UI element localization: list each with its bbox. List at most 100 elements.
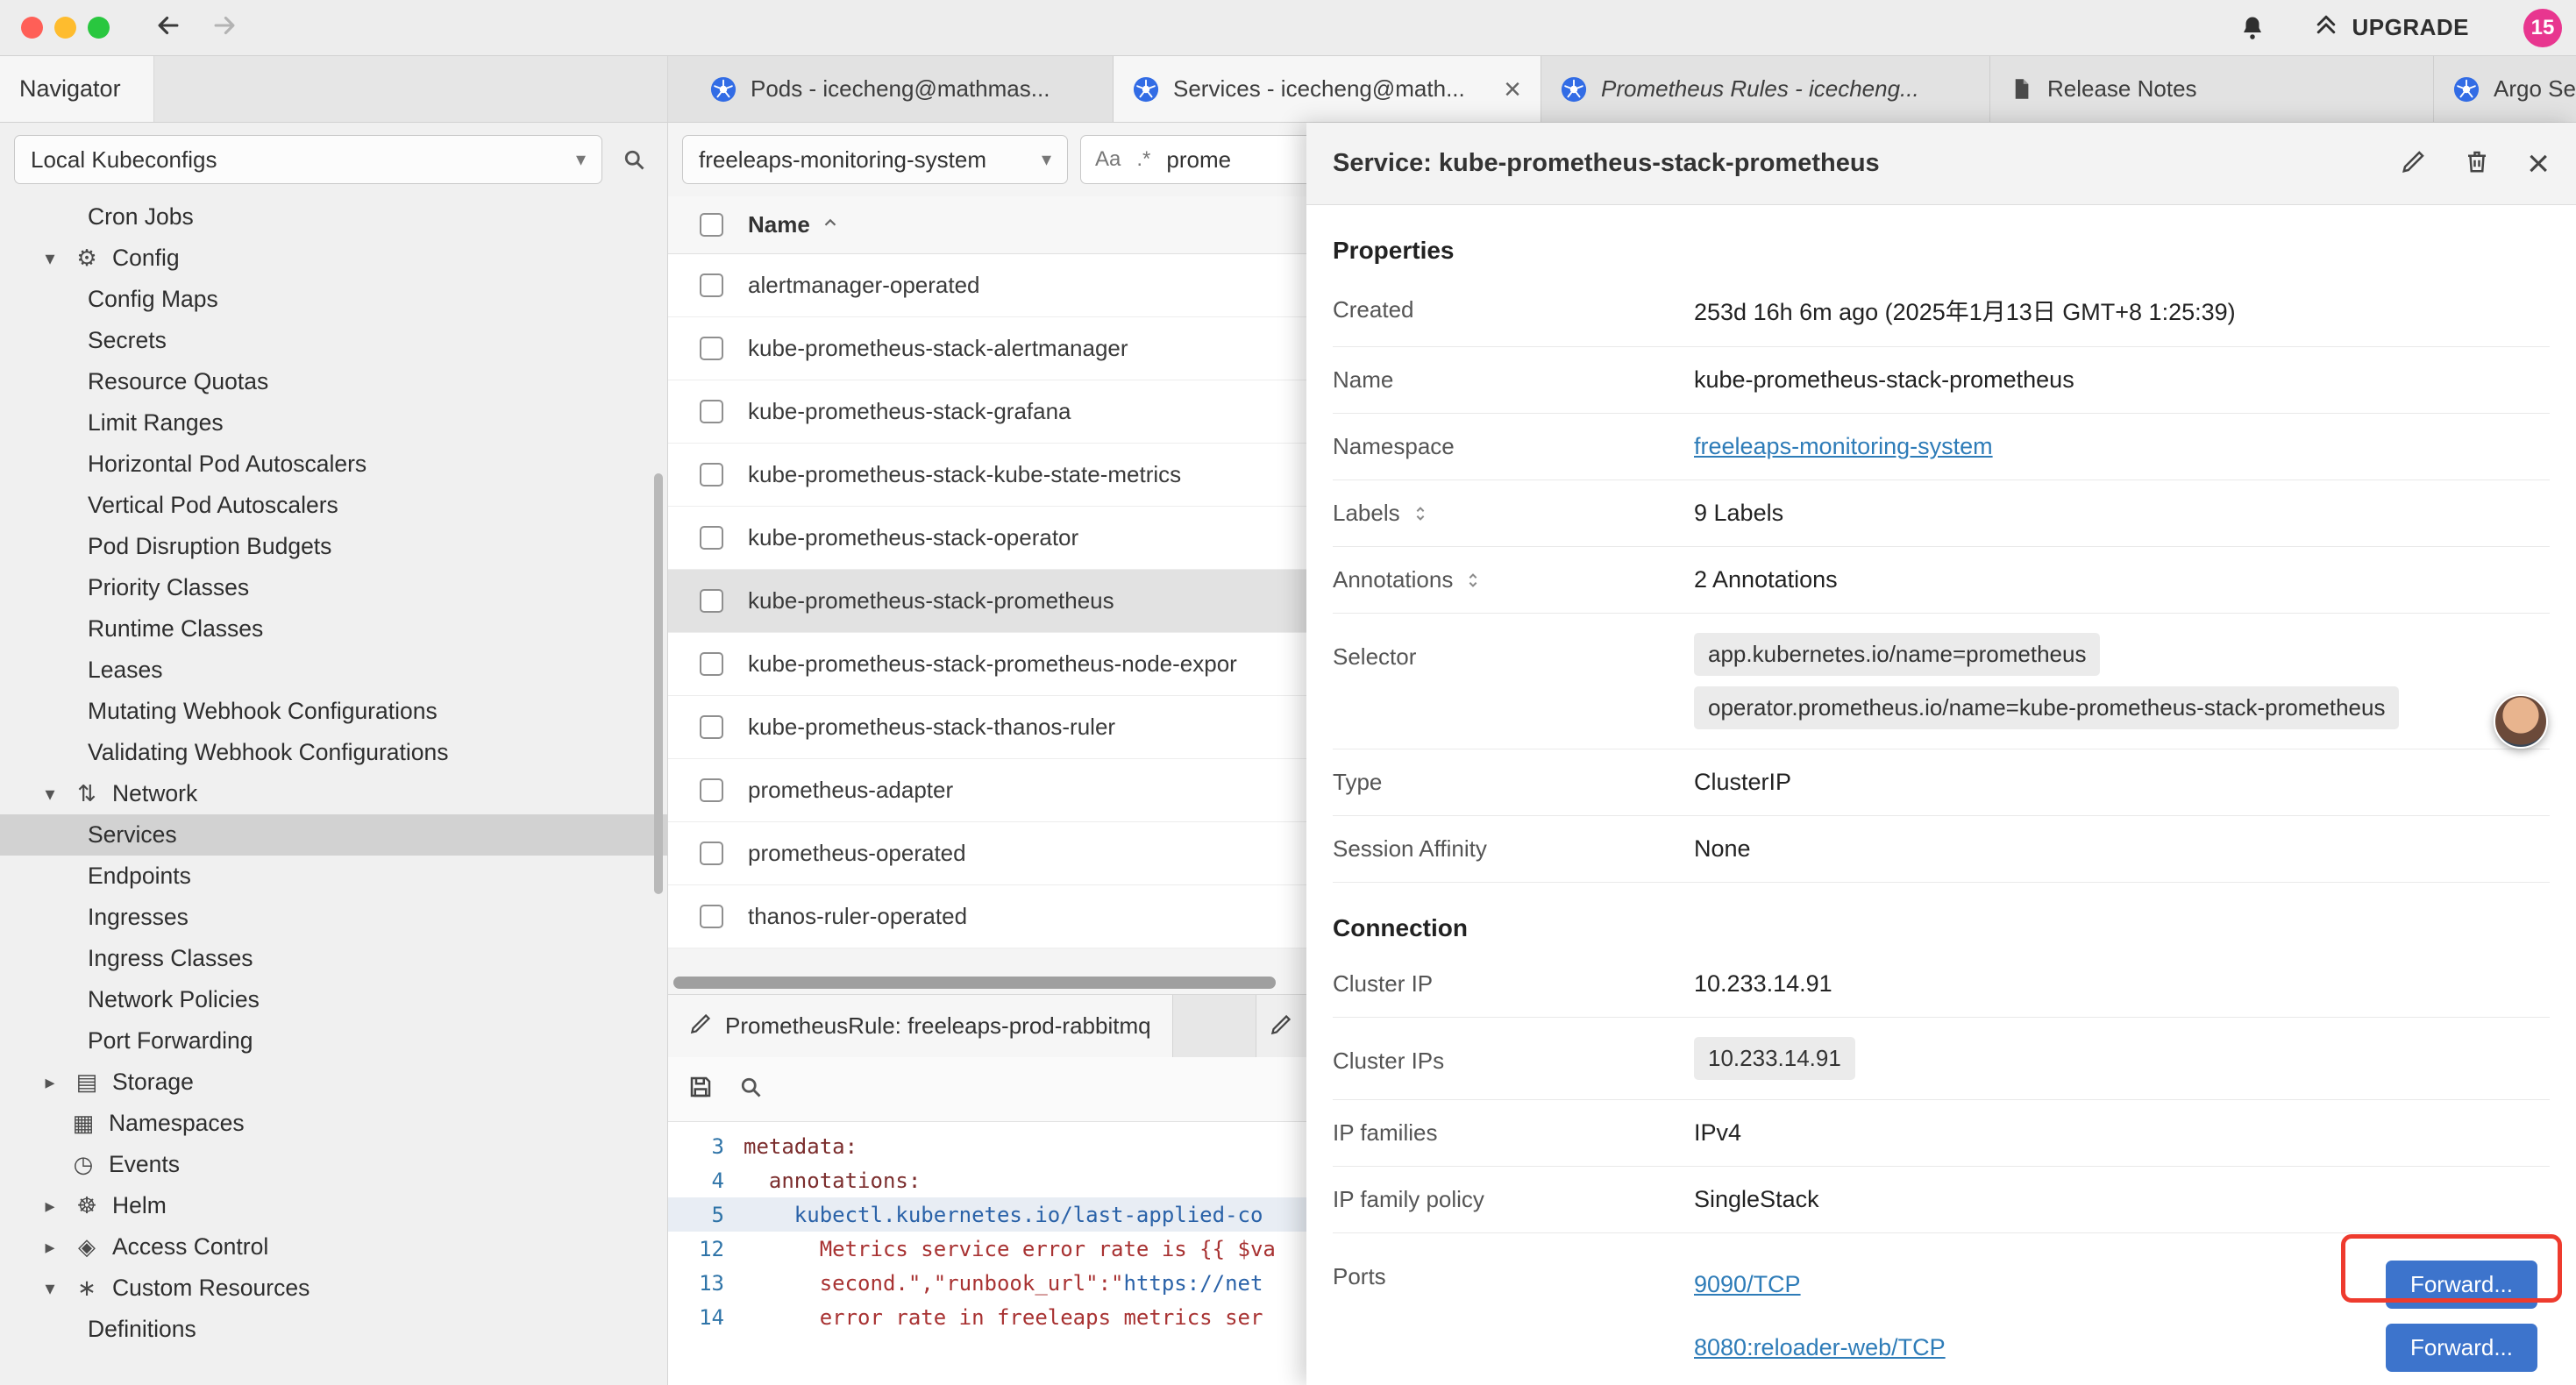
tab-prometheus-rules-icecheng[interactable]: Prometheus Rules - icecheng...	[1541, 56, 1990, 122]
editor-tab-partial[interactable]	[1256, 995, 1306, 1057]
notification-count-badge[interactable]: 15	[2523, 9, 2562, 47]
sidebar-item-mutating-webhook-configurations[interactable]: Mutating Webhook Configurations	[0, 691, 667, 732]
navigator-tab[interactable]: Navigator	[0, 56, 154, 122]
maximize-window-button[interactable]	[88, 17, 110, 39]
table-row[interactable]: kube-prometheus-stack-thanos-ruler	[668, 696, 1306, 759]
sort-arrows-icon[interactable]	[1463, 571, 1483, 590]
chevron-right-icon[interactable]: ▸	[39, 1071, 61, 1094]
sidebar-item-events[interactable]: ◷Events	[0, 1144, 667, 1185]
search-icon[interactable]	[738, 1075, 763, 1104]
row-checkbox[interactable]	[700, 463, 723, 487]
sidebar-item-network[interactable]: ▾⇅Network	[0, 773, 667, 814]
sidebar-item-horizontal-pod-autoscalers[interactable]: Horizontal Pod Autoscalers	[0, 444, 667, 485]
sidebar-item-definitions[interactable]: Definitions	[0, 1309, 667, 1350]
sidebar-item-ingress-classes[interactable]: Ingress Classes	[0, 938, 667, 979]
minimize-window-button[interactable]	[54, 17, 76, 39]
chevron-right-icon[interactable]: ▸	[39, 1236, 61, 1259]
chevron-right-icon[interactable]: ▸	[39, 1195, 61, 1218]
close-window-button[interactable]	[21, 17, 43, 39]
search-filter-box[interactable]: Aa .* prome	[1080, 135, 1306, 184]
sidebar-item-namespaces[interactable]: ▦Namespaces	[0, 1103, 667, 1144]
table-row[interactable]: kube-prometheus-stack-prometheus	[668, 570, 1306, 633]
sidebar-scrollbar[interactable]	[654, 473, 663, 894]
sidebar-item-vertical-pod-autoscalers[interactable]: Vertical Pod Autoscalers	[0, 485, 667, 526]
sidebar-item-cron-jobs[interactable]: Cron Jobs	[0, 196, 667, 238]
row-checkbox[interactable]	[700, 715, 723, 739]
sidebar-item-leases[interactable]: Leases	[0, 650, 667, 691]
row-checkbox[interactable]	[700, 842, 723, 865]
sidebar-item-network-policies[interactable]: Network Policies	[0, 979, 667, 1020]
regex-toggle[interactable]: .*	[1136, 147, 1150, 172]
table-row[interactable]: prometheus-adapter	[668, 759, 1306, 822]
sidebar-item-resource-quotas[interactable]: Resource Quotas	[0, 361, 667, 402]
sidebar-item-priority-classes[interactable]: Priority Classes	[0, 567, 667, 608]
sidebar-item-config[interactable]: ▾⚙Config	[0, 238, 667, 279]
search-input[interactable]: prome	[1166, 146, 1231, 174]
close-icon[interactable]: ×	[2527, 145, 2550, 183]
sidebar-item-access-control[interactable]: ▸◈Access Control	[0, 1226, 667, 1268]
port-link[interactable]: 9090/TCP	[1694, 1271, 1801, 1298]
select-all-checkbox[interactable]	[700, 213, 723, 237]
sidebar-item-port-forwarding[interactable]: Port Forwarding	[0, 1020, 667, 1062]
user-avatar[interactable]	[2494, 694, 2548, 749]
sidebar-item-pod-disruption-budgets[interactable]: Pod Disruption Budgets	[0, 526, 667, 567]
table-row[interactable]: kube-prometheus-stack-kube-state-metrics	[668, 444, 1306, 507]
delete-trash-icon[interactable]	[2464, 148, 2490, 179]
forward-button[interactable]	[210, 11, 239, 45]
forward-button[interactable]: Forward...	[2386, 1324, 2537, 1372]
kubeconfig-selector[interactable]: Local Kubeconfigs ▾	[14, 135, 602, 184]
table-row[interactable]: kube-prometheus-stack-prometheus-node-ex…	[668, 633, 1306, 696]
namespace-link[interactable]: freeleaps-monitoring-system	[1694, 433, 1993, 460]
upgrade-button[interactable]: UPGRADE	[2313, 11, 2469, 44]
sidebar-item-helm[interactable]: ▸☸Helm	[0, 1185, 667, 1226]
save-icon[interactable]	[687, 1074, 714, 1104]
sidebar-item-storage[interactable]: ▸▤Storage	[0, 1062, 667, 1103]
row-checkbox[interactable]	[700, 526, 723, 550]
row-checkbox[interactable]	[700, 778, 723, 802]
forward-button[interactable]: Forward...	[2386, 1261, 2537, 1309]
port-link[interactable]: 8080:reloader-web/TCP	[1694, 1334, 1946, 1361]
namespace-selector[interactable]: freeleaps-monitoring-system ▾	[682, 135, 1068, 184]
close-tab-icon[interactable]: ×	[1495, 75, 1521, 104]
row-checkbox[interactable]	[700, 589, 723, 613]
sidebar-item-validating-webhook-configurations[interactable]: Validating Webhook Configurations	[0, 732, 667, 773]
row-checkbox[interactable]	[700, 273, 723, 297]
sidebar-item-ingresses[interactable]: Ingresses	[0, 897, 667, 938]
yaml-editor[interactable]: 3metadata:4 annotations:5 kubectl.kubern…	[668, 1122, 1306, 1385]
scrollbar-thumb[interactable]	[673, 977, 1276, 989]
chevron-down-icon[interactable]: ▾	[39, 783, 61, 806]
editor-tab-prometheusrule[interactable]: PrometheusRule: freeleaps-prod-rabbitmq	[668, 995, 1173, 1057]
table-row[interactable]: alertmanager-operated	[668, 254, 1306, 317]
row-checkbox[interactable]	[700, 400, 723, 423]
table-row[interactable]: thanos-ruler-operated	[668, 885, 1306, 948]
chevron-down-icon[interactable]: ▾	[39, 1277, 61, 1300]
back-button[interactable]	[153, 11, 183, 45]
edit-pencil-icon[interactable]	[2401, 148, 2427, 179]
sidebar-search-button[interactable]	[611, 147, 657, 172]
sidebar-item-runtime-classes[interactable]: Runtime Classes	[0, 608, 667, 650]
tab-release-notes[interactable]: Release Notes	[1990, 56, 2434, 122]
sidebar-item-custom-resources[interactable]: ▾∗Custom Resources	[0, 1268, 667, 1309]
row-checkbox[interactable]	[700, 337, 723, 360]
name-column-header[interactable]: Name	[748, 211, 840, 238]
chevron-down-icon[interactable]: ▾	[39, 247, 61, 270]
horizontal-scrollbar[interactable]	[668, 971, 1306, 994]
table-row[interactable]: kube-prometheus-stack-alertmanager	[668, 317, 1306, 380]
row-checkbox[interactable]	[700, 905, 723, 928]
sidebar-item-endpoints[interactable]: Endpoints	[0, 856, 667, 897]
tab-argo-se[interactable]: Argo Se	[2434, 56, 2576, 122]
match-case-toggle[interactable]: Aa	[1095, 147, 1121, 172]
tab-pods-icecheng-mathmas[interactable]: Pods - icecheng@mathmas...	[691, 56, 1114, 122]
sidebar-item-services[interactable]: Services	[0, 814, 667, 856]
sort-arrows-icon[interactable]	[1411, 504, 1430, 523]
sidebar-item-config-maps[interactable]: Config Maps	[0, 279, 667, 320]
notifications-bell-icon[interactable]	[2239, 15, 2266, 41]
table-row[interactable]: kube-prometheus-stack-grafana	[668, 380, 1306, 444]
sidebar-item-secrets[interactable]: Secrets	[0, 320, 667, 361]
line-number: 13	[668, 1271, 744, 1296]
table-row[interactable]: kube-prometheus-stack-operator	[668, 507, 1306, 570]
tab-services-icecheng-math[interactable]: Services - icecheng@math...×	[1114, 56, 1541, 122]
row-checkbox[interactable]	[700, 652, 723, 676]
sidebar-item-limit-ranges[interactable]: Limit Ranges	[0, 402, 667, 444]
table-row[interactable]: prometheus-operated	[668, 822, 1306, 885]
